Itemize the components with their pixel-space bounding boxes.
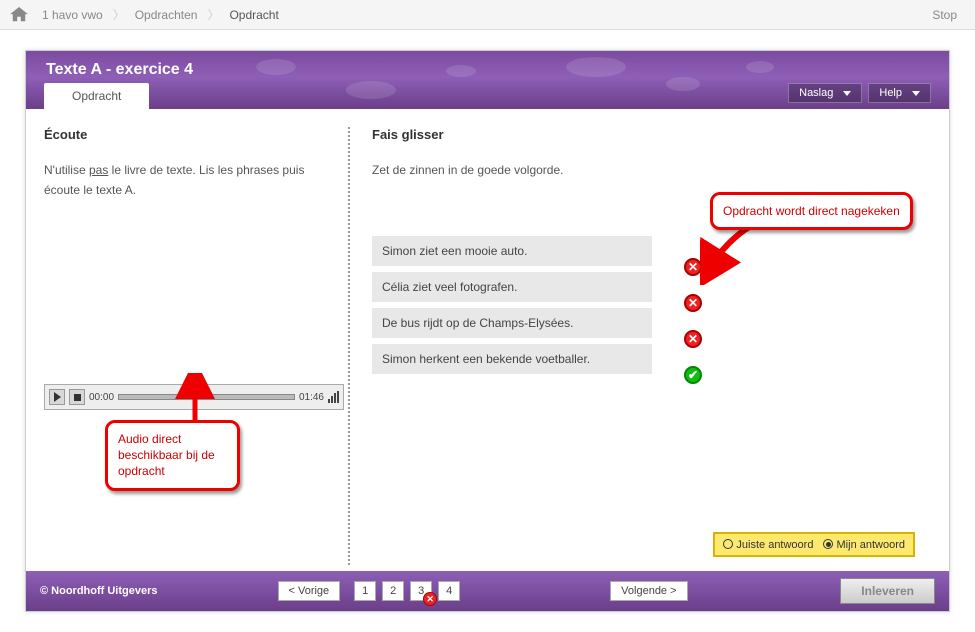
footer-bar: © Noordhoff Uitgevers < Vorige 1 2 3✕ 4 …	[26, 571, 949, 611]
page-2[interactable]: 2	[382, 581, 404, 601]
list-item: De bus rijdt op de Champs-Elysées. ✕	[372, 308, 672, 338]
page-4[interactable]: 4	[438, 581, 460, 601]
top-bar: 1 havo vwo 〉 Opdrachten 〉 Opdracht Stop	[0, 0, 975, 30]
list-item: Simon herkent een bekende voetballer. ✔	[372, 344, 672, 374]
callout-graded: Opdracht wordt direct nagekeken	[710, 192, 913, 230]
stop-icon	[74, 394, 81, 401]
column-divider	[348, 127, 350, 565]
copyright: © Noordhoff Uitgevers	[40, 585, 158, 597]
correct-answer-radio[interactable]: Juiste antwoord	[723, 538, 813, 551]
arrow-icon	[175, 373, 215, 423]
help-label: Help	[879, 87, 902, 99]
exercise-card: Texte A - exercice 4 Opdracht Naslag Hel…	[25, 50, 950, 612]
list-item: Célia ziet veel fotografen. ✕	[372, 272, 672, 302]
ecoute-instructions: N'utilise pas le livre de texte. Lis les…	[44, 160, 326, 201]
wrong-icon: ✕	[684, 294, 702, 312]
page-3[interactable]: 3✕	[410, 581, 432, 601]
wrong-icon: ✕	[423, 592, 437, 606]
breadcrumb-current: Opdracht	[221, 8, 286, 22]
breadcrumb-sep-2: 〉	[205, 6, 221, 23]
sentence-draggable[interactable]: Simon herkent een bekende voetballer.	[372, 344, 652, 374]
wrong-icon: ✕	[684, 330, 702, 348]
breadcrumb-section[interactable]: Opdrachten	[127, 8, 206, 22]
callout-audio: Audio direct beschikbaar bij de opdracht	[105, 420, 240, 491]
play-button[interactable]	[49, 389, 65, 405]
prev-button[interactable]: < Vorige	[278, 581, 341, 601]
naslag-dropdown[interactable]: Naslag	[788, 83, 862, 103]
submit-button[interactable]: Inleveren	[840, 578, 935, 604]
breadcrumb-sep-1: 〉	[111, 6, 127, 23]
page-nav: 1 2 3✕ 4	[354, 581, 460, 601]
exercise-header: Texte A - exercice 4 Opdracht Naslag Hel…	[26, 51, 949, 109]
audio-total-time: 01:46	[299, 392, 324, 403]
ecoute-title: Écoute	[44, 127, 326, 142]
instr-prefix: N'utilise	[44, 163, 89, 177]
audio-current-time: 00:00	[89, 392, 114, 403]
stop-button[interactable]	[69, 389, 85, 405]
breadcrumb-level[interactable]: 1 havo vwo	[34, 8, 111, 22]
exercise-title: Texte A - exercice 4	[46, 61, 193, 79]
left-column: Écoute N'utilise pas le livre de texte. …	[44, 127, 344, 565]
tab-opdracht[interactable]: Opdracht	[44, 83, 149, 109]
answer-toggle: Juiste antwoord Mijn antwoord	[713, 532, 915, 557]
correct-answer-label: Juiste antwoord	[736, 539, 813, 551]
content-area: Écoute N'utilise pas le livre de texte. …	[26, 109, 949, 571]
my-answer-radio[interactable]: Mijn antwoord	[823, 538, 905, 551]
instr-underlined: pas	[89, 163, 108, 177]
correct-icon: ✔	[684, 366, 702, 384]
sentence-list: Simon ziet een mooie auto. ✕ Célia ziet …	[372, 236, 672, 374]
sentence-draggable[interactable]: Célia ziet veel fotografen.	[372, 272, 652, 302]
home-icon[interactable]	[10, 7, 28, 23]
my-answer-label: Mijn antwoord	[837, 539, 905, 551]
stop-link[interactable]: Stop	[932, 8, 965, 22]
faisglisser-title: Fais glisser	[372, 127, 931, 142]
list-item: Simon ziet een mooie auto. ✕	[372, 236, 672, 266]
help-dropdown[interactable]: Help	[868, 83, 931, 103]
chevron-down-icon	[912, 91, 920, 96]
sentence-draggable[interactable]: De bus rijdt op de Champs-Elysées.	[372, 308, 652, 338]
play-icon	[54, 392, 61, 402]
next-button[interactable]: Volgende >	[610, 581, 687, 601]
naslag-label: Naslag	[799, 87, 833, 99]
page-1[interactable]: 1	[354, 581, 376, 601]
sentence-draggable[interactable]: Simon ziet een mooie auto.	[372, 236, 652, 266]
volume-icon[interactable]	[328, 391, 339, 403]
chevron-down-icon	[843, 91, 851, 96]
faisglisser-instructions: Zet de zinnen in de goede volgorde.	[372, 160, 931, 180]
